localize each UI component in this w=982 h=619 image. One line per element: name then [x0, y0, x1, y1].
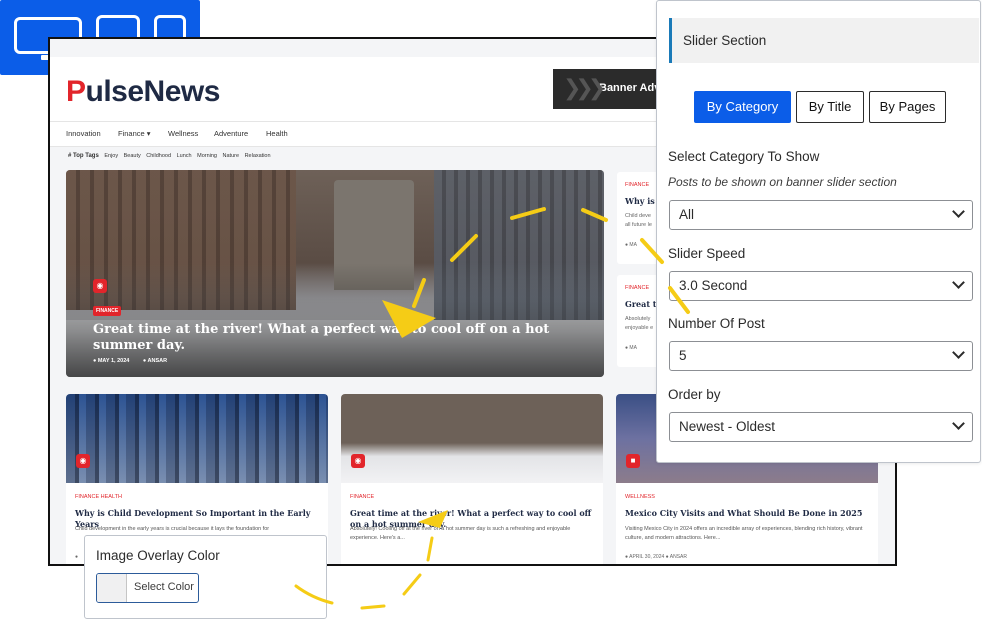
arrow-dash [402, 573, 422, 596]
hero-slide[interactable]: ◉ FINANCE Great time at the river! What … [66, 170, 604, 377]
hero-meta: ● MAY 1, 2024 ● ANSAR [93, 358, 179, 364]
category-help: Posts to be shown on banner slider secti… [668, 175, 897, 189]
order-select-value: Newest - Oldest [679, 419, 776, 434]
post-card-meta: ● APRIL 30, 2024 ● ANSAR [625, 554, 687, 560]
tag-lunch[interactable]: Lunch [177, 153, 192, 159]
post-card-meta: ● [75, 554, 79, 560]
arrow-dash [360, 604, 386, 610]
side-card-excerpt-line: enjoyable e [625, 325, 654, 331]
tab-by-title[interactable]: By Title [796, 91, 864, 123]
video-icon: ■ [626, 454, 640, 468]
overlay-color-panel: Image Overlay Color Select Color [84, 535, 327, 619]
select-color-button[interactable]: Select Color [96, 573, 199, 603]
tag-childhood[interactable]: Childhood [146, 153, 171, 159]
post-card-category[interactable]: WELLNESS [625, 494, 655, 500]
chevron-down-icon [952, 205, 965, 218]
tag-enjoy[interactable]: Enjoy [104, 153, 118, 159]
chevron-down-icon [952, 346, 965, 359]
category-label: Select Category To Show [668, 149, 820, 164]
select-color-text: Select Color [134, 581, 194, 593]
site-logo[interactable]: PulseNews [66, 75, 220, 109]
nav-health[interactable]: Health [266, 129, 288, 138]
category-select-value: All [679, 207, 695, 222]
panel-title: Slider Section [683, 33, 767, 48]
hero-category[interactable]: FINANCE [93, 306, 122, 316]
nav-adventure[interactable]: Adventure [214, 129, 248, 138]
speed-label: Slider Speed [668, 246, 746, 261]
order-select[interactable]: Newest - Oldest [669, 412, 973, 442]
post-card-category[interactable]: FINANCE [350, 494, 374, 500]
top-tags: # Top Tags Enjoy Beauty Childhood Lunch … [68, 153, 275, 159]
logo-word-pulse: ulse [85, 75, 145, 108]
side-card-meta: ● MA [625, 345, 637, 351]
top-tags-label: # Top Tags [68, 153, 99, 159]
nav-finance[interactable]: Finance ▾ [118, 129, 151, 138]
speed-select[interactable]: 3.0 Second [669, 271, 973, 301]
overlay-color-label: Image Overlay Color [96, 548, 220, 563]
side-card-meta: ● MA [625, 242, 637, 248]
chevron-down-icon [952, 276, 965, 289]
post-card-image[interactable] [66, 394, 328, 483]
side-card-excerpt-line: Child deve [625, 213, 651, 219]
number-label: Number Of Post [668, 316, 765, 331]
post-card[interactable]: ◉ FINANCE Great time at the river! What … [341, 394, 603, 564]
logo-letter-p: P [66, 75, 86, 108]
hero-title[interactable]: Great time at the river! What a perfect … [93, 322, 563, 354]
number-select-value: 5 [679, 348, 687, 363]
camera-icon: ◉ [76, 454, 90, 468]
tag-nature[interactable]: Nature [223, 153, 240, 159]
side-card-category[interactable]: FINANCE [625, 285, 649, 291]
camera-icon: ◉ [351, 454, 365, 468]
speed-select-value: 3.0 Second [679, 278, 748, 293]
slider-settings-panel: Slider Section By Category By Title By P… [656, 0, 981, 463]
color-swatch[interactable] [97, 574, 127, 602]
chevrons-icon: ❯❯❯ [563, 75, 606, 100]
post-card-excerpt: Visiting Mexico City in 2024 offers an i… [625, 526, 863, 541]
hero-date: ● MAY 1, 2024 [93, 358, 130, 364]
logo-word-news: News [143, 75, 221, 108]
side-card-excerpt-line: Absolutely [625, 316, 651, 322]
post-card-excerpt: Child development in the early years is … [75, 526, 270, 532]
category-select[interactable]: All [669, 200, 973, 230]
post-card-category[interactable]: FINANCE HEALTH [75, 494, 122, 500]
nav-wellness[interactable]: Wellness [168, 129, 198, 138]
post-card-excerpt: Absolutely! Cooling off at the river on … [350, 526, 571, 541]
camera-icon: ◉ [93, 279, 107, 293]
panel-header: Slider Section [669, 18, 979, 63]
tag-relaxation[interactable]: Relaxation [245, 153, 271, 159]
hero-author[interactable]: ● ANSAR [143, 358, 167, 364]
side-card-category[interactable]: FINANCE [625, 182, 649, 188]
number-select[interactable]: 5 [669, 341, 973, 371]
side-card-title[interactable]: Great ti [625, 299, 660, 309]
post-card-title[interactable]: Mexico City Visits and What Should Be Do… [625, 508, 873, 519]
chevron-down-icon [952, 417, 965, 430]
nav-innovation[interactable]: Innovation [66, 129, 101, 138]
banner-ad-text: Banner Adv [599, 82, 661, 94]
side-card-excerpt-line: all future le [625, 222, 652, 228]
post-card-image[interactable] [341, 394, 603, 483]
tag-morning[interactable]: Morning [197, 153, 217, 159]
tab-by-category[interactable]: By Category [694, 91, 791, 123]
tab-by-pages[interactable]: By Pages [869, 91, 946, 123]
tag-beauty[interactable]: Beauty [124, 153, 141, 159]
order-label: Order by [668, 387, 721, 402]
